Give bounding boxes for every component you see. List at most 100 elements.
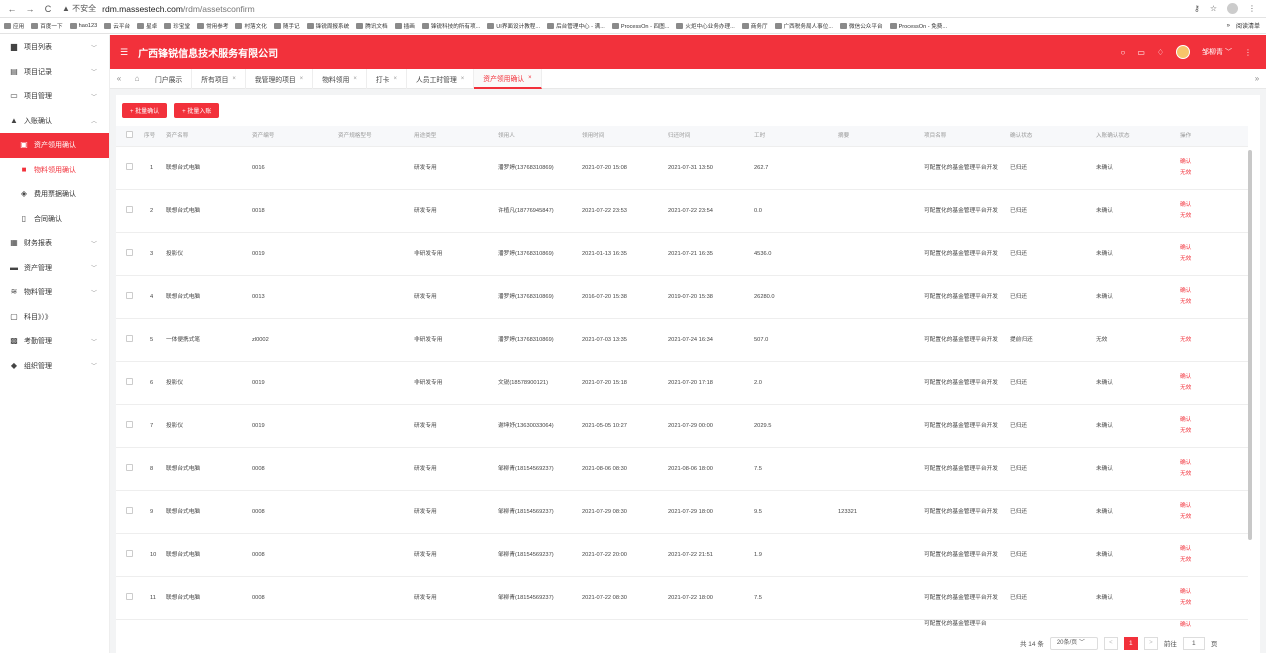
row-select-cell[interactable]	[116, 592, 138, 604]
row-select-cell[interactable]	[116, 377, 138, 389]
jump-input[interactable]: 1	[1182, 636, 1205, 650]
row-select-cell[interactable]	[116, 420, 138, 432]
confirm-link[interactable]: 确认	[1174, 620, 1191, 631]
tabs-scroll-left-icon[interactable]: «	[110, 74, 128, 83]
bookmark-item[interactable]: 云平台	[104, 22, 130, 30]
select-all-checkbox[interactable]	[126, 130, 133, 138]
sidebar-item[interactable]: ▤ 项目记录 ﹀	[0, 60, 109, 85]
tab-item[interactable]: 所有项目 ×	[192, 68, 246, 89]
bookmark-item[interactable]: 腾讯文档	[356, 22, 388, 30]
invalidate-link[interactable]: 无效	[1180, 469, 1244, 480]
row-checkbox[interactable]	[126, 592, 133, 600]
invalidate-link[interactable]: 无效	[1180, 335, 1244, 346]
invalidate-link[interactable]: 无效	[1180, 555, 1244, 566]
confirm-link[interactable]: 确认	[1180, 200, 1244, 211]
tab-item[interactable]: 我管理的项目 ×	[246, 68, 314, 89]
url-field[interactable]: rdm.massestech.com/rdm/assetsconfirm	[102, 4, 255, 14]
confirm-link[interactable]: 确认	[1180, 587, 1244, 598]
confirm-link[interactable]: 确认	[1180, 458, 1244, 469]
sidebar-item[interactable]: ▩ 考勤管理 ﹀	[0, 329, 109, 354]
row-checkbox[interactable]	[126, 506, 133, 514]
bookmark-item[interactable]: ProcessOn - 免费...	[889, 22, 947, 30]
profile-icon[interactable]	[1227, 3, 1238, 14]
row-select-cell[interactable]	[116, 463, 138, 475]
sidebar-item[interactable]: ▆ 项目列表 ﹀	[0, 35, 109, 60]
row-select-cell[interactable]	[116, 549, 138, 561]
row-checkbox[interactable]	[126, 248, 133, 256]
bookmark-item[interactable]: 微信公众平台	[840, 22, 883, 30]
row-select-cell[interactable]	[116, 248, 138, 260]
tab-item[interactable]: 人员工时管理 ×	[407, 68, 475, 89]
message-icon[interactable]: ▭	[1137, 48, 1145, 57]
row-checkbox[interactable]	[126, 377, 133, 385]
tab-item[interactable]: 资产领用确认 ×	[474, 68, 542, 89]
forward-icon[interactable]: →	[24, 3, 36, 15]
sidebar-item[interactable]: ▬ 资产管理 ﹀	[0, 256, 109, 281]
row-checkbox[interactable]	[126, 463, 133, 471]
close-icon[interactable]: ×	[300, 76, 304, 82]
close-icon[interactable]: ×	[353, 76, 357, 82]
bookmark-item[interactable]: 广西税务局人事位...	[774, 22, 833, 30]
bookmark-item[interactable]: 百度一下	[31, 22, 63, 30]
row-checkbox[interactable]	[126, 334, 133, 342]
security-warning[interactable]: ▲ 不安全	[62, 3, 96, 14]
row-checkbox[interactable]	[126, 205, 133, 213]
star-icon[interactable]: ☆	[1210, 4, 1217, 13]
tab-item[interactable]: 物料领用 ×	[313, 68, 367, 89]
sidebar-item[interactable]: ▯ 合同确认	[0, 207, 109, 232]
close-icon[interactable]: ×	[528, 75, 532, 81]
user-avatar[interactable]	[1176, 45, 1191, 59]
close-icon[interactable]: ×	[232, 76, 236, 82]
current-page[interactable]: 1	[1123, 636, 1138, 650]
bookmark-item[interactable]: 锋锐科技的所有项...	[421, 22, 480, 30]
batch-entry-button[interactable]: + 批量入账	[174, 103, 220, 118]
more-icon[interactable]: ⋮	[1244, 48, 1252, 57]
invalidate-link[interactable]: 无效	[1180, 211, 1244, 222]
row-checkbox[interactable]	[126, 549, 133, 557]
reading-list-button[interactable]: 阅读清单	[1236, 21, 1260, 30]
bookmark-item[interactable]: ProcessOn - 四图...	[611, 22, 669, 30]
bookmark-item[interactable]: 火炬中心业务办理...	[676, 22, 735, 30]
confirm-link[interactable]: 确认	[1180, 372, 1244, 383]
row-checkbox[interactable]	[126, 420, 133, 428]
bookmark-item[interactable]: 商务厅	[741, 22, 768, 30]
bookmark-item[interactable]: UI界面设计教程...	[487, 22, 540, 30]
invalidate-link[interactable]: 无效	[1180, 168, 1244, 179]
invalidate-link[interactable]: 无效	[1180, 426, 1244, 437]
bookmark-item[interactable]: hao123	[69, 22, 97, 29]
next-page-button[interactable]: >	[1143, 636, 1158, 650]
key-icon[interactable]: ⚷	[1194, 4, 1200, 13]
sidebar-item[interactable]: ▦ 财务报表 ﹀	[0, 231, 109, 256]
row-checkbox[interactable]	[126, 291, 133, 299]
tab-item[interactable]: 打卡 ×	[367, 68, 407, 89]
row-select-cell[interactable]	[116, 205, 138, 217]
confirm-link[interactable]: 确认	[1180, 286, 1244, 297]
sidebar-item[interactable]: ■ 物料领用确认	[0, 158, 109, 183]
close-icon[interactable]: ×	[393, 76, 397, 82]
bookmark-item[interactable]: 常用参考	[197, 22, 228, 30]
sidebar-item[interactable]: ≋ 物料管理 ﹀	[0, 280, 109, 305]
bookmark-item[interactable]: 星卓	[137, 22, 157, 30]
tab-item[interactable]: 门户展示	[146, 68, 193, 89]
sidebar-item[interactable]: ◈ 费用票据确认	[0, 182, 109, 207]
invalidate-link[interactable]: 无效	[1180, 383, 1244, 394]
row-checkbox[interactable]	[126, 162, 133, 170]
sidebar-item[interactable]: ▲ 入账确认 ︿	[0, 109, 109, 134]
search-icon[interactable]: ○	[1120, 48, 1125, 57]
home-icon[interactable]: ⌂	[128, 74, 146, 83]
invalidate-link[interactable]: 无效	[1180, 512, 1244, 523]
sidebar-item[interactable]: ▣ 资产领用确认	[0, 133, 109, 158]
row-select-cell[interactable]	[116, 162, 138, 174]
confirm-link[interactable]: 确认	[1180, 157, 1244, 168]
bookmark-item[interactable]: 锋锐周报系统	[306, 22, 349, 30]
bookmark-item[interactable]: 应用	[4, 22, 24, 30]
confirm-link[interactable]: 确认	[1180, 544, 1244, 555]
invalidate-link[interactable]: 无效	[1180, 598, 1244, 609]
reload-icon[interactable]: C	[42, 3, 54, 15]
more-icon[interactable]: ⋮	[1248, 4, 1256, 13]
row-select-cell[interactable]	[116, 506, 138, 518]
row-select-cell[interactable]	[116, 291, 138, 303]
bookmark-item[interactable]: 珍宝堂	[164, 22, 190, 30]
bookmark-item[interactable]: 插画	[394, 22, 415, 30]
menu-toggle-icon[interactable]: ☰	[120, 47, 128, 58]
